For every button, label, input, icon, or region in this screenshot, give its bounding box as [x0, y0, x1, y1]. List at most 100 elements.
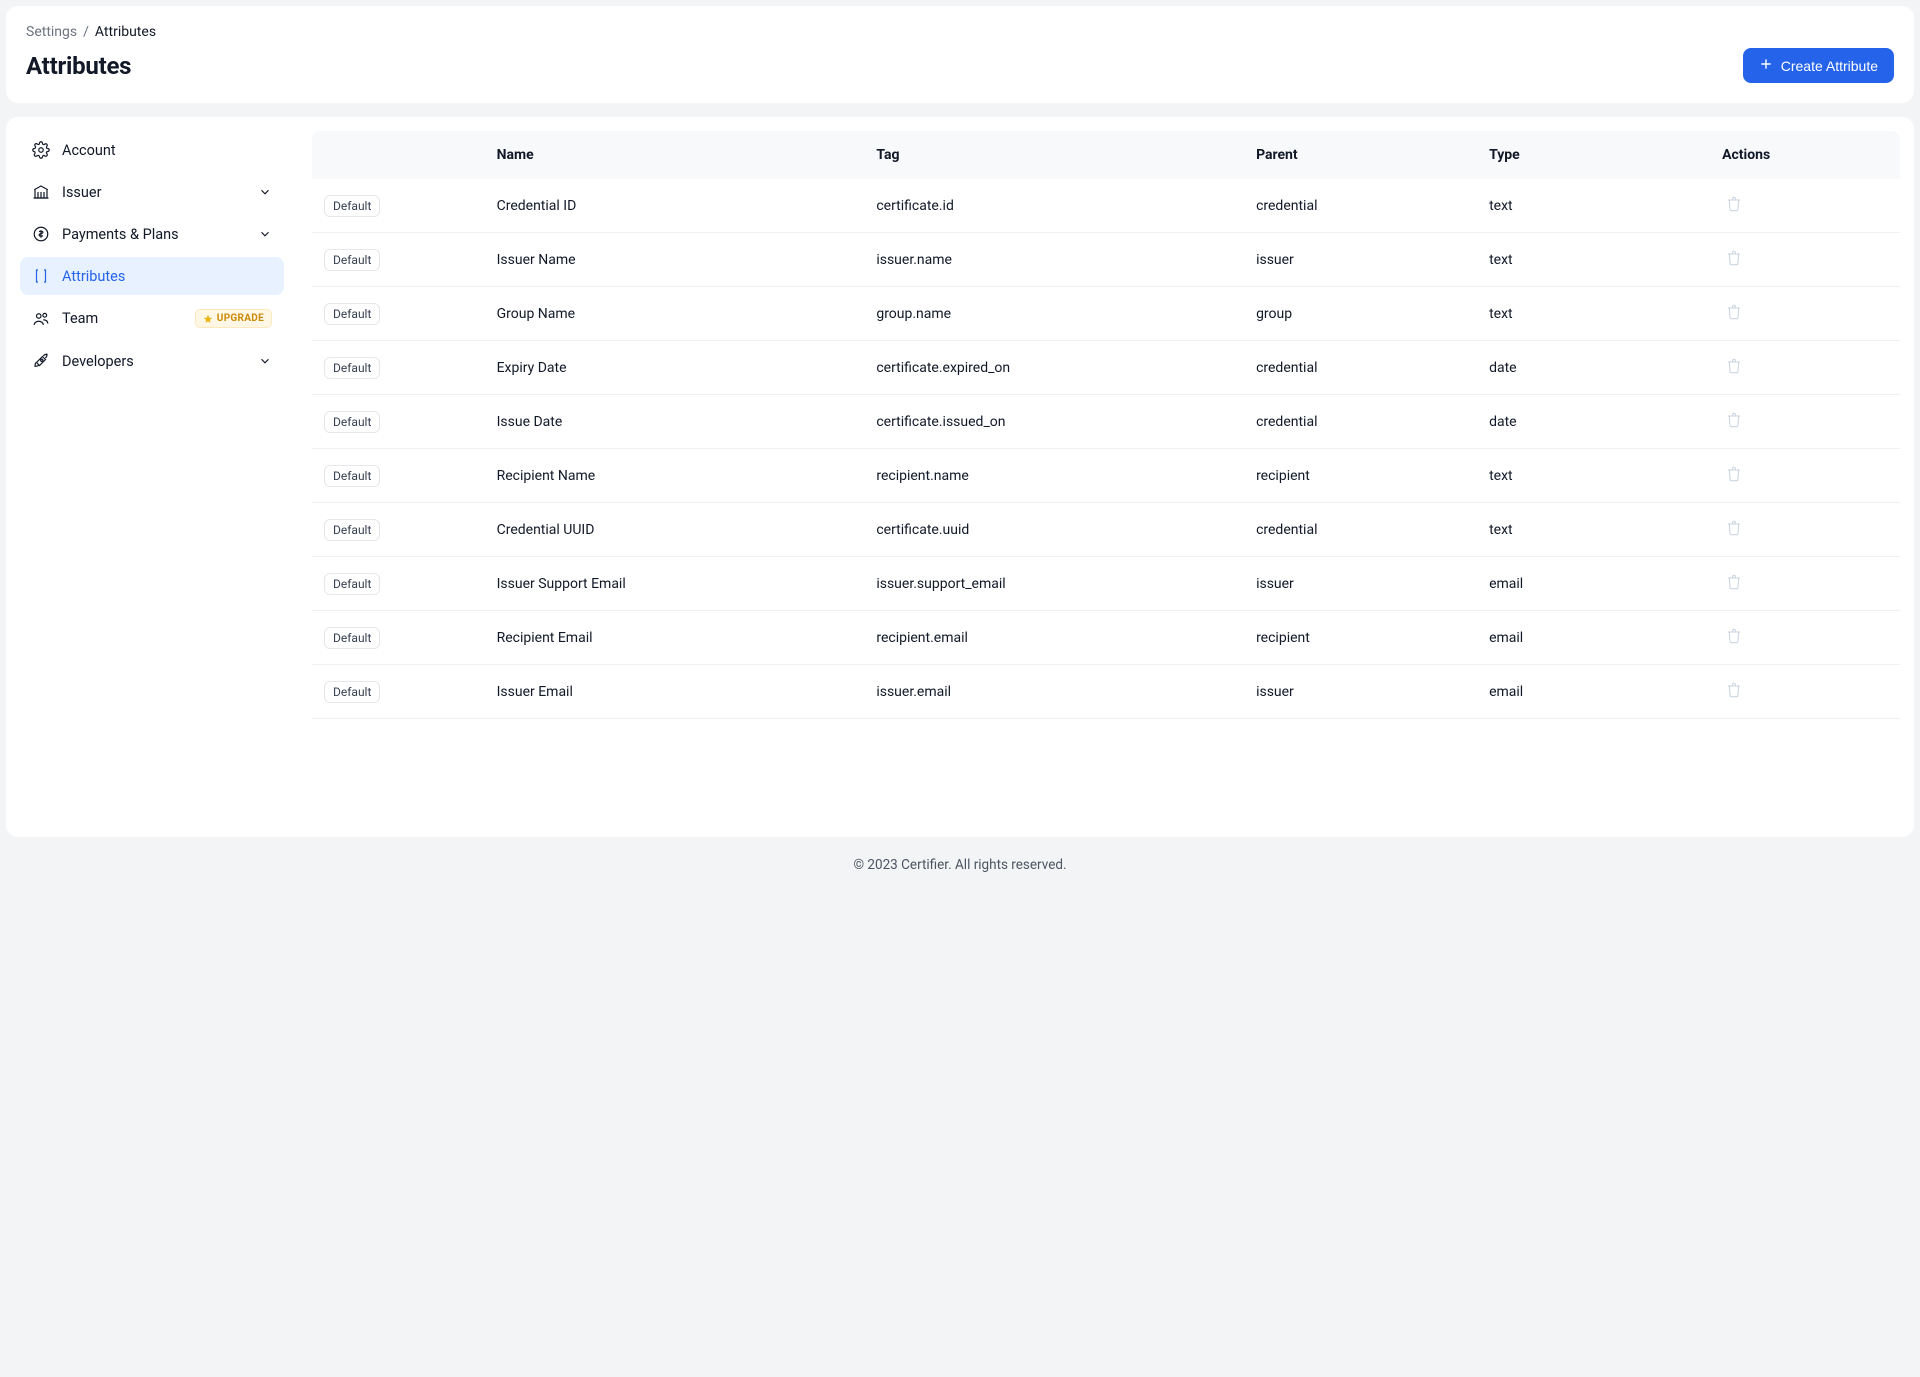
cell-tag: certificate.expired_on	[864, 341, 1244, 395]
breadcrumb-separator: /	[83, 24, 89, 40]
breadcrumb: Settings / Attributes	[26, 24, 1894, 40]
sidebar-item-issuer[interactable]: Issuer	[20, 173, 284, 211]
default-badge: Default	[324, 627, 380, 649]
table-header-row: Name Tag Parent Type Actions	[312, 131, 1900, 179]
upgrade-badge-label: UPGRADE	[217, 313, 264, 324]
delete-button[interactable]	[1722, 300, 1746, 327]
brackets-icon	[32, 267, 50, 285]
users-icon	[32, 310, 50, 328]
default-badge: Default	[324, 195, 380, 217]
sidebar-item-attributes[interactable]: Attributes	[20, 257, 284, 295]
cell-type: text	[1477, 287, 1710, 341]
delete-button[interactable]	[1722, 354, 1746, 381]
delete-button[interactable]	[1722, 624, 1746, 651]
cell-name: Issuer Email	[485, 665, 865, 719]
table-row[interactable]: DefaultGroup Namegroup.namegrouptext	[312, 287, 1900, 341]
trash-icon	[1726, 412, 1742, 431]
cell-parent: credential	[1244, 179, 1477, 233]
chevron-down-icon	[258, 185, 272, 199]
cell-type: email	[1477, 611, 1710, 665]
star-icon	[203, 314, 213, 324]
dollar-icon	[32, 225, 50, 243]
cell-type: email	[1477, 665, 1710, 719]
cell-name: Issuer Name	[485, 233, 865, 287]
cell-name: Group Name	[485, 287, 865, 341]
table-row[interactable]: DefaultRecipient Emailrecipient.emailrec…	[312, 611, 1900, 665]
delete-button[interactable]	[1722, 678, 1746, 705]
cell-tag: recipient.email	[864, 611, 1244, 665]
default-badge: Default	[324, 249, 380, 271]
create-attribute-label: Create Attribute	[1781, 58, 1878, 74]
page-title: Attributes	[26, 52, 131, 80]
table-row[interactable]: DefaultIssuer Emailissuer.emailissuerema…	[312, 665, 1900, 719]
delete-button[interactable]	[1722, 408, 1746, 435]
cell-parent: issuer	[1244, 233, 1477, 287]
cell-parent: issuer	[1244, 557, 1477, 611]
create-attribute-button[interactable]: Create Attribute	[1743, 48, 1894, 83]
cell-parent: recipient	[1244, 449, 1477, 503]
table-row[interactable]: DefaultIssuer Nameissuer.nameissuertext	[312, 233, 1900, 287]
cell-tag: certificate.uuid	[864, 503, 1244, 557]
table-header-tag[interactable]: Tag	[864, 131, 1244, 179]
table-header-parent[interactable]: Parent	[1244, 131, 1477, 179]
footer: © 2023 Certifier. All rights reserved.	[6, 837, 1914, 887]
upgrade-badge[interactable]: UPGRADE	[195, 309, 272, 328]
breadcrumb-parent[interactable]: Settings	[26, 24, 77, 40]
trash-icon	[1726, 196, 1742, 215]
cell-type: email	[1477, 557, 1710, 611]
table-header-type[interactable]: Type	[1477, 131, 1710, 179]
rocket-icon	[32, 352, 50, 370]
sidebar-item-label: Team	[62, 310, 183, 327]
cell-tag: certificate.issued_on	[864, 395, 1244, 449]
table-row[interactable]: DefaultCredential UUIDcertificate.uuidcr…	[312, 503, 1900, 557]
default-badge: Default	[324, 465, 380, 487]
cell-parent: group	[1244, 287, 1477, 341]
trash-icon	[1726, 250, 1742, 269]
table-row[interactable]: DefaultIssuer Support Emailissuer.suppor…	[312, 557, 1900, 611]
cell-parent: issuer	[1244, 665, 1477, 719]
sidebar-item-payments[interactable]: Payments & Plans	[20, 215, 284, 253]
cell-tag: issuer.support_email	[864, 557, 1244, 611]
cell-parent: recipient	[1244, 611, 1477, 665]
trash-icon	[1726, 466, 1742, 485]
attributes-main: Name Tag Parent Type Actions DefaultCred…	[312, 131, 1900, 823]
plus-icon	[1759, 57, 1773, 74]
sidebar-item-developers[interactable]: Developers	[20, 342, 284, 380]
default-badge: Default	[324, 681, 380, 703]
content-panel: Account Issuer Payments & Plans	[6, 117, 1914, 837]
table-row[interactable]: DefaultIssue Datecertificate.issued_oncr…	[312, 395, 1900, 449]
table-header-actions: Actions	[1710, 131, 1900, 179]
delete-button[interactable]	[1722, 570, 1746, 597]
cell-name: Credential UUID	[485, 503, 865, 557]
table-row[interactable]: DefaultRecipient Namerecipient.namerecip…	[312, 449, 1900, 503]
sidebar-item-account[interactable]: Account	[20, 131, 284, 169]
cell-tag: certificate.id	[864, 179, 1244, 233]
delete-button[interactable]	[1722, 462, 1746, 489]
page-header: Settings / Attributes Attributes Create …	[6, 6, 1914, 103]
trash-icon	[1726, 628, 1742, 647]
trash-icon	[1726, 682, 1742, 701]
default-badge: Default	[324, 573, 380, 595]
cell-parent: credential	[1244, 503, 1477, 557]
sidebar-item-label: Attributes	[62, 268, 272, 285]
delete-button[interactable]	[1722, 246, 1746, 273]
sidebar-item-team[interactable]: Team UPGRADE	[20, 299, 284, 338]
delete-button[interactable]	[1722, 192, 1746, 219]
chevron-down-icon	[258, 227, 272, 241]
cell-name: Issue Date	[485, 395, 865, 449]
default-badge: Default	[324, 303, 380, 325]
trash-icon	[1726, 304, 1742, 323]
table-row[interactable]: DefaultExpiry Datecertificate.expired_on…	[312, 341, 1900, 395]
cell-name: Credential ID	[485, 179, 865, 233]
cell-name: Expiry Date	[485, 341, 865, 395]
sidebar-item-label: Account	[62, 142, 272, 159]
sidebar-item-label: Issuer	[62, 184, 246, 201]
sidebar-item-label: Payments & Plans	[62, 226, 246, 243]
delete-button[interactable]	[1722, 516, 1746, 543]
trash-icon	[1726, 520, 1742, 539]
cell-type: text	[1477, 503, 1710, 557]
table-row[interactable]: Default Credential IDcertificate.idcreden…	[312, 179, 1900, 233]
table-header-name[interactable]: Name	[485, 131, 865, 179]
cell-parent: credential	[1244, 341, 1477, 395]
trash-icon	[1726, 358, 1742, 377]
